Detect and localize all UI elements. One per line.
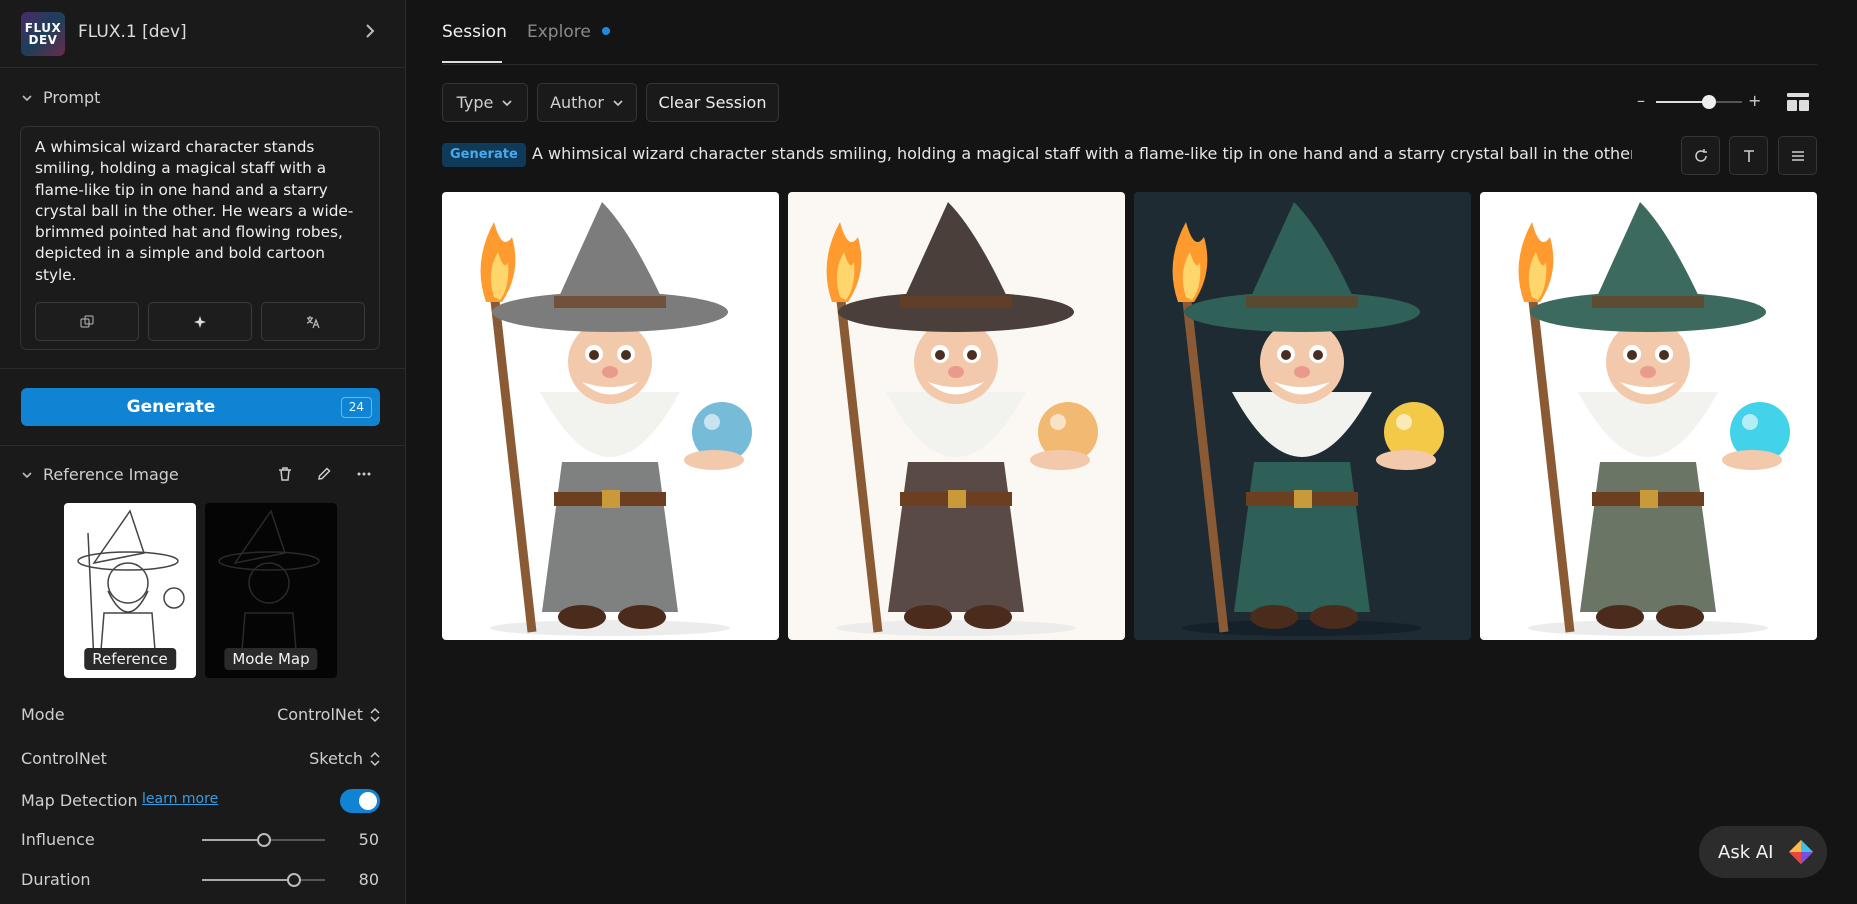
refresh-icon [1694, 148, 1707, 162]
pencil-icon [318, 467, 331, 480]
menu-icon [1791, 150, 1804, 161]
app-window: FLUX DEV FLUX.1 [dev] Prompt A whimsical … [0, 0, 1857, 904]
translate-button[interactable] [261, 302, 365, 341]
more-options-button[interactable] [348, 458, 380, 490]
generated-image-3[interactable] [1134, 192, 1471, 640]
tab-session[interactable]: Session [442, 22, 507, 42]
enhance-sparkle-icon [194, 315, 206, 328]
sidebar: FLUX DEV FLUX.1 [dev] Prompt A whimsical … [0, 0, 406, 904]
reference-section-header[interactable]: Reference Image [21, 465, 179, 484]
ai-logo-icon [1789, 840, 1814, 864]
influence-value: 50 [358, 830, 379, 849]
layout-grid-icon[interactable] [1786, 92, 1810, 112]
text-button[interactable] [1729, 136, 1768, 175]
prompt-section-header[interactable]: Prompt [21, 88, 100, 107]
edit-button[interactable] [308, 458, 340, 490]
generate-badge: Generate [442, 143, 526, 167]
wizard-illustration [480, 202, 752, 636]
notification-dot [602, 27, 611, 35]
learn-more-link[interactable]: learn more [142, 791, 218, 807]
mode-map-label: Mode Map [224, 648, 318, 670]
model-logo: FLUX DEV [21, 12, 65, 56]
influence-slider-thumb[interactable] [256, 833, 271, 847]
mode-map-thumbnail[interactable]: Mode Map [205, 503, 337, 678]
more-horizontal-icon [357, 472, 371, 476]
toggle-knob [359, 792, 377, 810]
prompt-text[interactable]: A whimsical wizard character stands smil… [35, 137, 367, 286]
type-filter-label: Type [456, 93, 494, 112]
zoom-in-button[interactable]: + [1748, 91, 1761, 110]
tab-explore[interactable]: Explore [527, 22, 611, 42]
prompt-section-title: Prompt [43, 88, 101, 107]
zoom-slider[interactable] [1656, 101, 1742, 103]
mode-label: Mode [21, 705, 65, 724]
delete-button[interactable] [269, 458, 301, 490]
zoom-out-button[interactable]: – [1637, 91, 1645, 110]
duration-label: Duration [21, 870, 91, 889]
generated-image-2[interactable] [788, 192, 1125, 640]
duration-value: 80 [358, 870, 379, 889]
active-tab-indicator [442, 61, 502, 63]
duration-slider-fill [202, 879, 295, 881]
chevron-updown-icon [370, 751, 380, 766]
clear-session-button[interactable]: Clear Session [646, 83, 779, 122]
chevron-down-icon [22, 94, 32, 101]
map-detection-label: Map Detection [21, 791, 138, 810]
chevron-down-icon [22, 471, 32, 478]
generate-count-badge: 24 [340, 397, 372, 418]
divider [0, 445, 406, 446]
reference-label: Reference [84, 648, 176, 670]
wizard-illustration [1172, 202, 1444, 636]
model-badge: FLUX DEV [24, 21, 62, 47]
author-filter-label: Author [550, 93, 604, 112]
rerun-button[interactable] [1681, 136, 1720, 175]
chevron-down-icon [613, 99, 623, 106]
reference-thumbnail[interactable]: Reference [64, 503, 196, 678]
duration-slider[interactable] [202, 873, 325, 887]
wizard-illustration [1518, 202, 1790, 636]
chevron-right-icon[interactable] [361, 22, 379, 40]
generate-button[interactable]: Generate 24 [21, 388, 380, 426]
generated-image-1[interactable] [442, 192, 779, 640]
influence-label: Influence [21, 830, 95, 849]
zoom-slider-thumb[interactable] [1702, 95, 1716, 109]
model-header[interactable]: FLUX DEV FLUX.1 [dev] [0, 0, 406, 68]
controlnet-label: ControlNet [21, 749, 107, 768]
copy-icon [80, 315, 94, 327]
model-name: FLUX.1 [dev] [78, 22, 187, 42]
author-filter-dropdown[interactable]: Author [537, 83, 637, 122]
text-icon [1743, 149, 1754, 162]
ask-ai-button[interactable]: Ask AI [1699, 826, 1827, 878]
controlnet-value: Sketch [309, 749, 363, 768]
type-filter-dropdown[interactable]: Type [442, 83, 528, 122]
wizard-illustration [826, 202, 1098, 636]
tabs-divider [442, 64, 1817, 65]
translate-icon [306, 315, 320, 328]
enhance-prompt-button[interactable] [148, 302, 252, 341]
influence-slider-fill [202, 839, 264, 841]
mode-value: ControlNet [277, 705, 363, 724]
tab-explore-label: Explore [527, 22, 591, 42]
map-detection-toggle[interactable] [340, 789, 380, 813]
divider [0, 368, 406, 369]
chevron-updown-icon [370, 707, 380, 722]
influence-slider[interactable] [202, 833, 325, 847]
generate-label: Generate [126, 397, 216, 417]
mode-select[interactable]: ControlNet [277, 705, 381, 724]
duration-slider-thumb[interactable] [287, 873, 302, 887]
session-prompt-text: A whimsical wizard character stands smil… [532, 144, 1632, 163]
trash-icon [279, 467, 291, 481]
reference-section-title: Reference Image [43, 465, 179, 484]
prompt-textarea[interactable]: A whimsical wizard character stands smil… [20, 126, 380, 350]
ask-ai-label: Ask AI [1718, 841, 1774, 863]
generated-image-4[interactable] [1480, 192, 1817, 640]
copy-button[interactable] [35, 302, 139, 341]
menu-button[interactable] [1778, 136, 1817, 175]
chevron-down-icon [502, 99, 512, 106]
controlnet-select[interactable]: Sketch [309, 749, 381, 768]
